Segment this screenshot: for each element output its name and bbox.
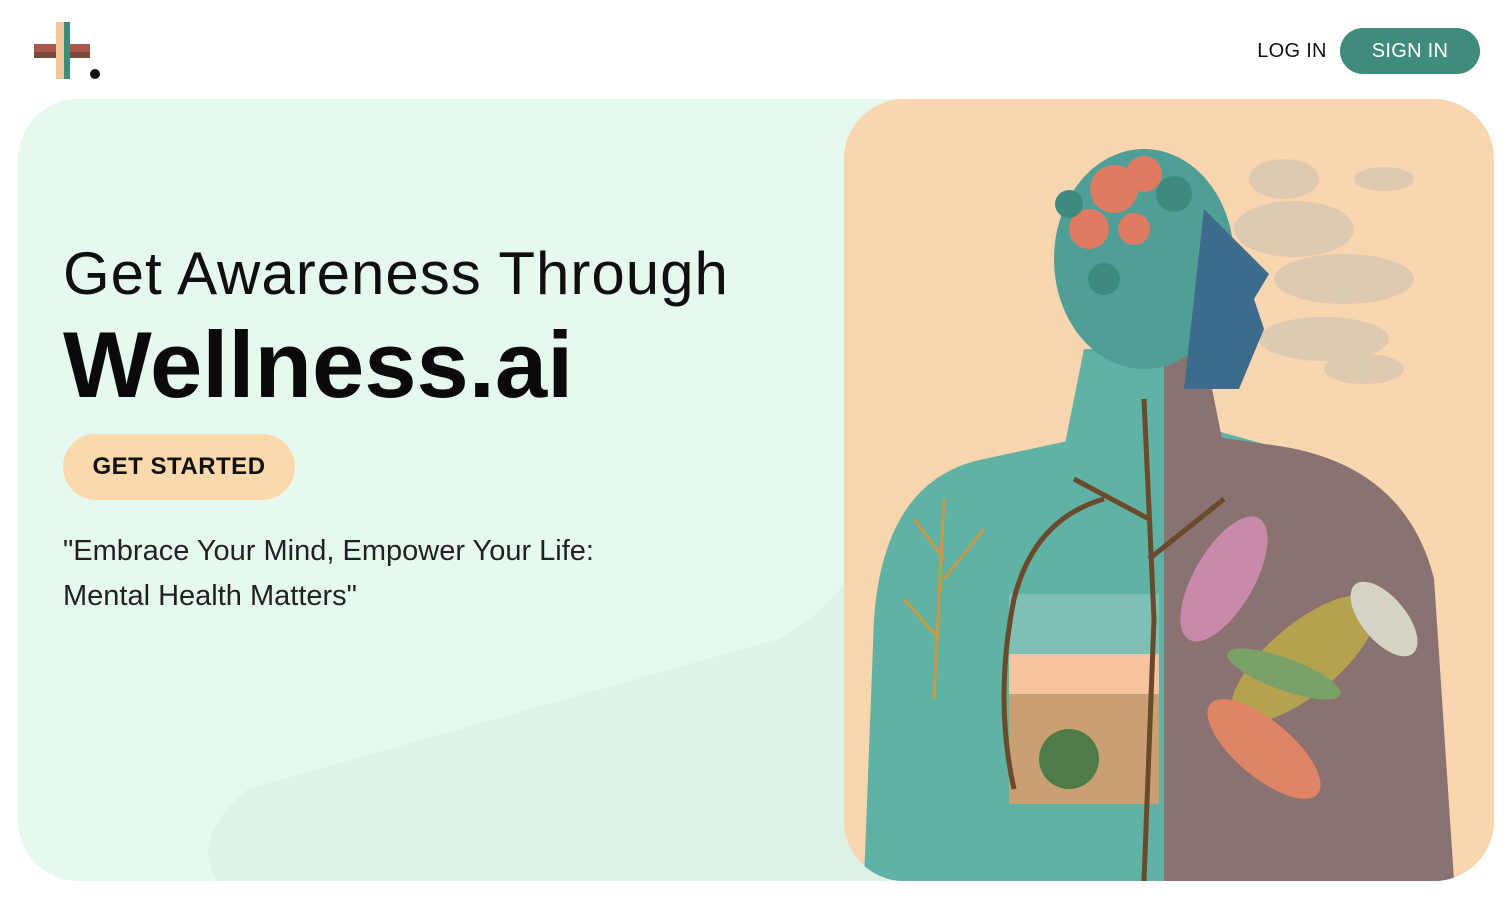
logo-icon[interactable]	[34, 22, 104, 82]
headline-brand: Wellness.ai	[63, 312, 574, 417]
tagline-quote: "Embrace Your Mind, Empower Your Life: M…	[63, 529, 763, 619]
hero-section: Get Awareness Through Wellness.ai GET ST…	[18, 99, 1494, 881]
page: LOG IN SIGN IN Get Awareness Through Wel…	[0, 0, 1512, 913]
tagline-line-1: "Embrace Your Mind, Empower Your Life:	[63, 535, 594, 567]
human-anatomy-illustration	[844, 99, 1494, 881]
headline-line-1: Get Awareness Through	[63, 240, 729, 307]
get-started-button[interactable]: GET STARTED	[63, 434, 295, 500]
hero-image	[844, 99, 1494, 881]
tagline-line-2: Mental Health Matters"	[63, 580, 357, 612]
signin-button[interactable]: SIGN IN	[1340, 28, 1480, 74]
login-button[interactable]: LOG IN	[1250, 36, 1334, 66]
